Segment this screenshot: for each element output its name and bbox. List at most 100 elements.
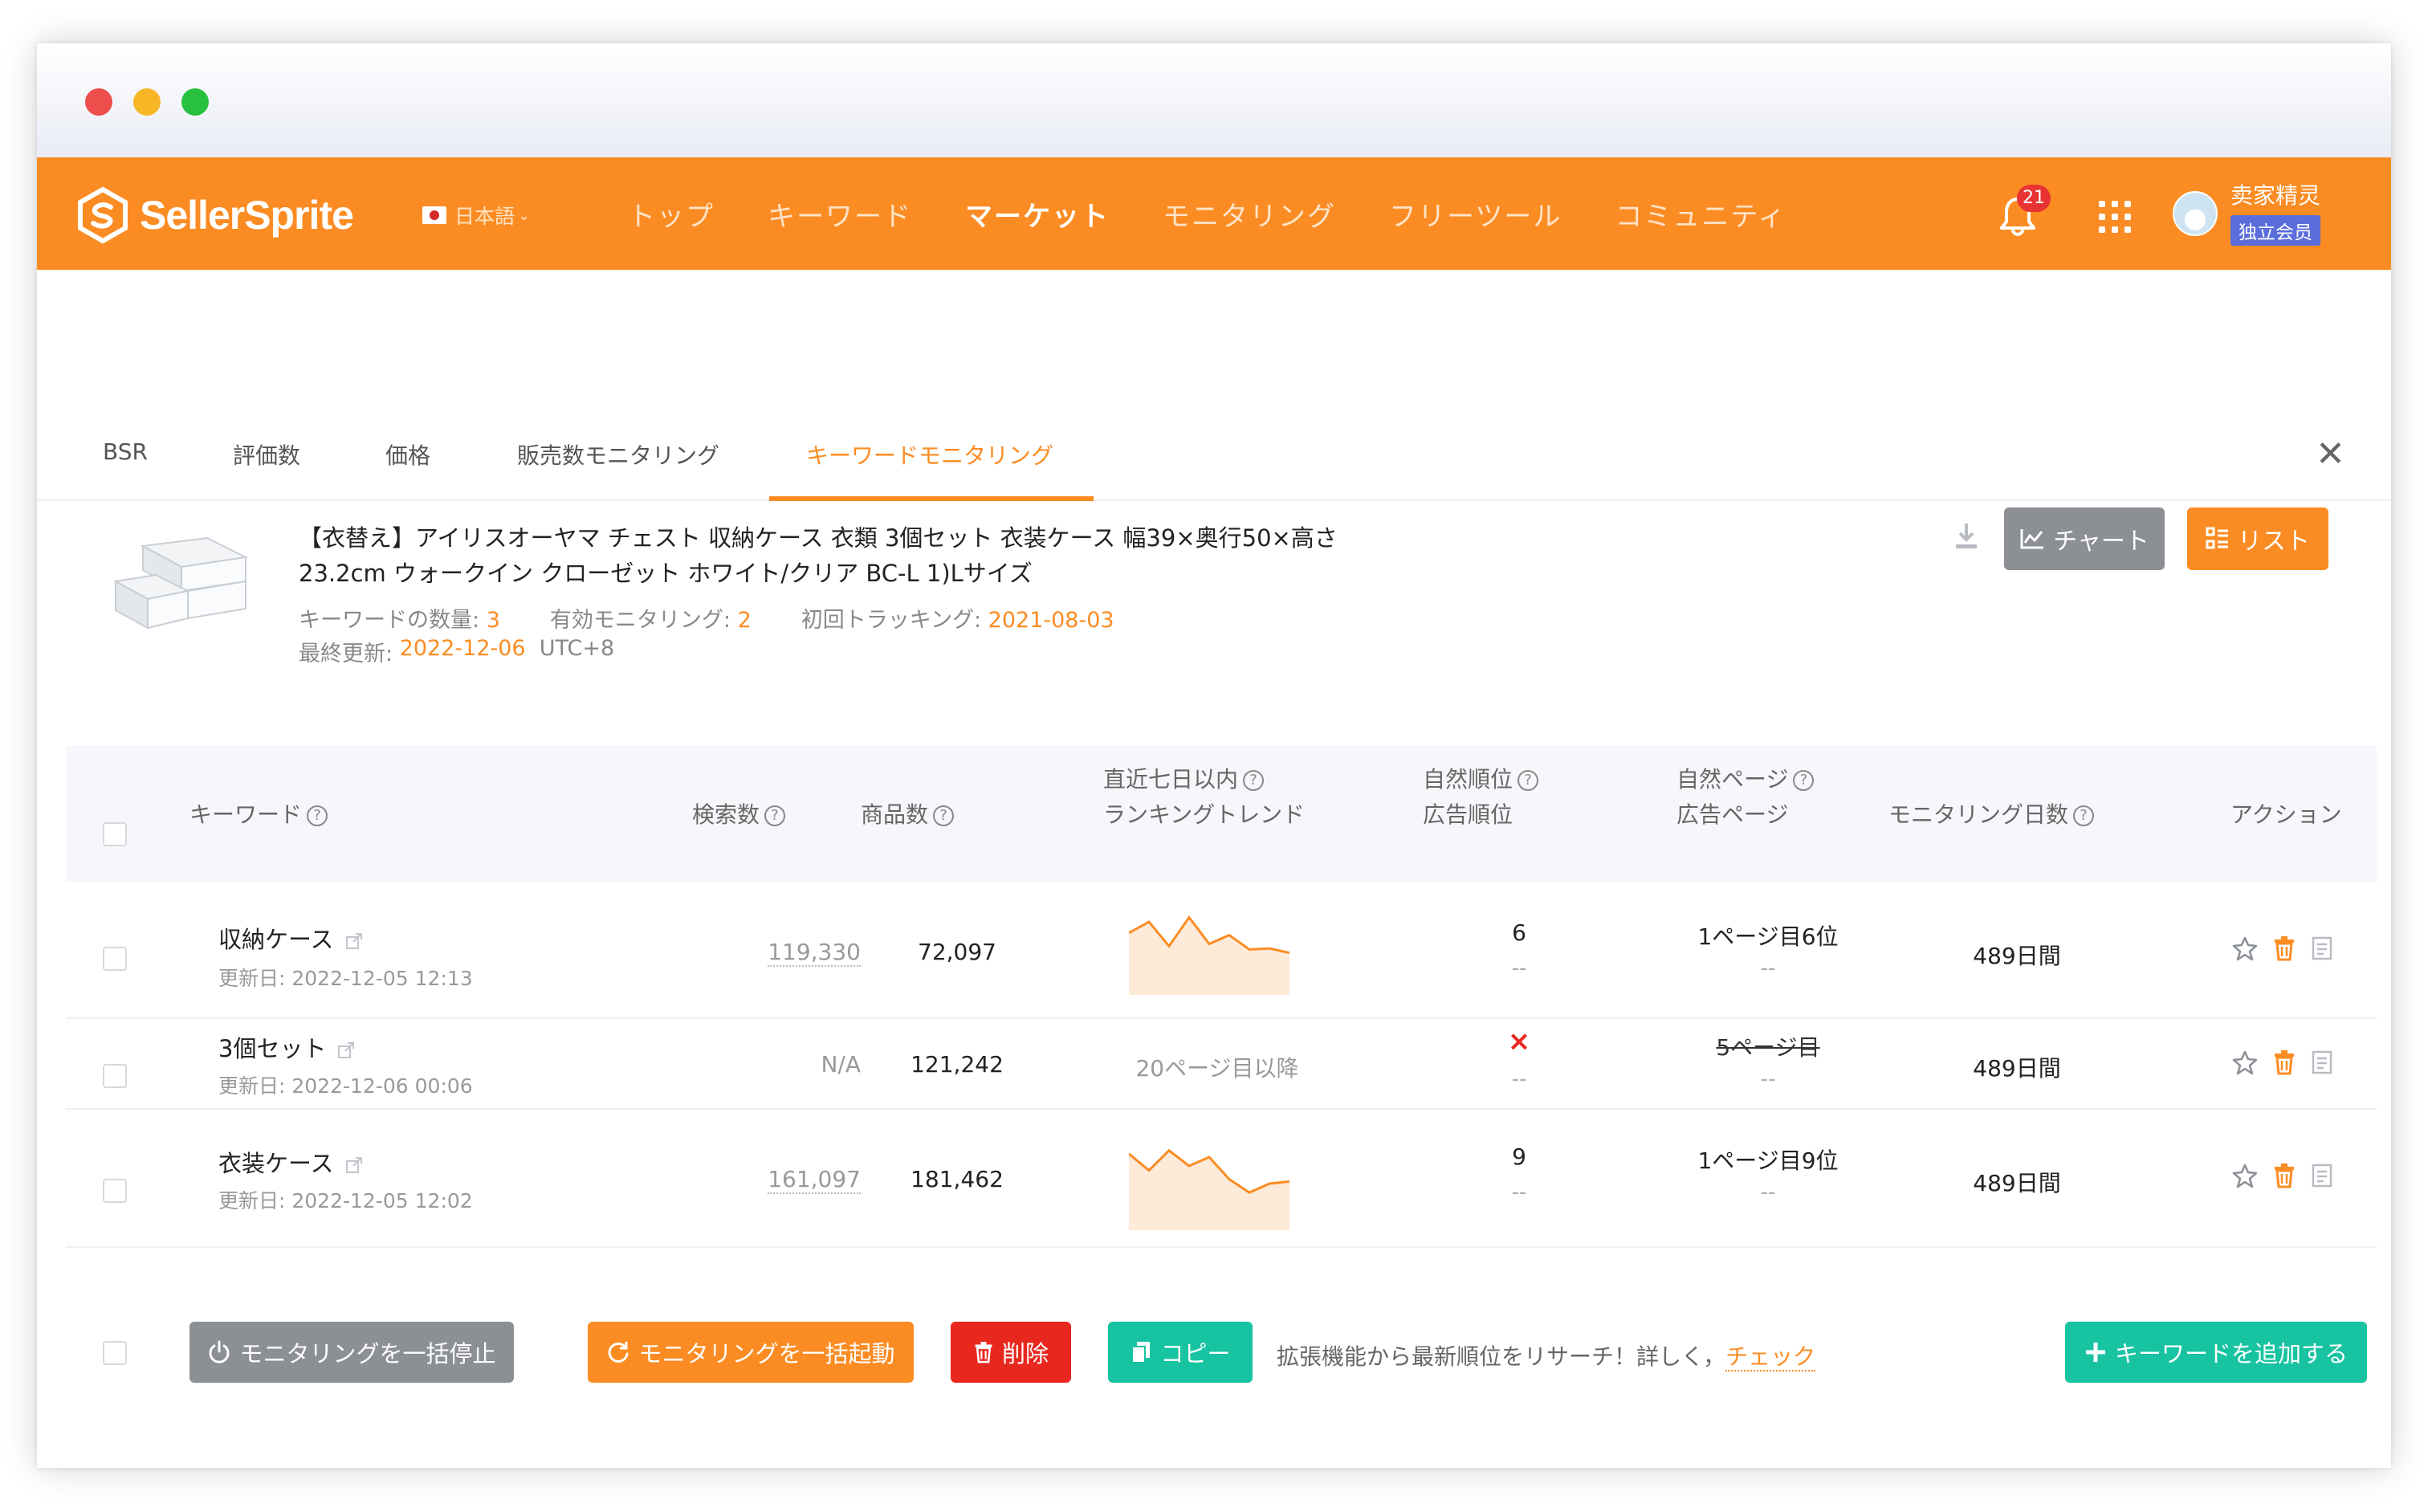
updated-date: 更新日: 2022-12-05 12:13 [218, 967, 473, 990]
note-icon[interactable] [2311, 1049, 2333, 1075]
star-icon[interactable] [2232, 1049, 2258, 1075]
help-icon[interactable]: ? [1793, 770, 1815, 791]
list-button[interactable]: リスト [2187, 507, 2328, 570]
user-name[interactable]: 卖家精灵 [2230, 178, 2320, 210]
search-volume-link[interactable]: 161,097 [768, 1166, 861, 1194]
column-header-action: アクション [2230, 801, 2342, 828]
active-tab-indicator [769, 496, 1094, 501]
footer-select-all-checkbox[interactable] [103, 1341, 127, 1365]
chart-button[interactable]: チャート [2004, 507, 2165, 570]
column-header-page[interactable]: 自然ページ? 広告ページ [1676, 762, 1815, 833]
tab-keyword-monitoring[interactable]: キーワードモニタリング [806, 438, 1053, 471]
help-icon[interactable]: ? [1518, 770, 1539, 791]
list-button-label: リスト [2238, 528, 2310, 556]
tab-price[interactable]: 価格 [385, 438, 430, 471]
ad-rank: -- [1511, 1067, 1527, 1091]
maximize-window-button[interactable] [181, 88, 209, 116]
tab-bsr[interactable]: BSR [103, 438, 148, 465]
note-icon[interactable] [2311, 1163, 2333, 1188]
column-header-search[interactable]: 検索数? [692, 797, 786, 833]
row-checkbox[interactable] [103, 1179, 127, 1203]
avatar[interactable] [2173, 191, 2218, 236]
start-all-monitoring-button[interactable]: モニタリングを一括起動 [588, 1322, 914, 1383]
plus-icon [2085, 1343, 2105, 1362]
note-icon[interactable] [2311, 935, 2333, 961]
column-header-days[interactable]: モニタリング日数? [1888, 797, 2095, 833]
trash-icon[interactable] [2272, 935, 2296, 961]
language-selector[interactable]: 日本語 ⌄ [422, 201, 530, 230]
monitoring-tabs: BSR 評価数 価格 販売数モニタリング キーワードモニタリング ✕ [37, 389, 2391, 501]
product-title[interactable]: 【衣替え】アイリスオーヤマ チェスト 収納ケース 衣類 3個セット 衣装ケース … [299, 520, 1423, 591]
search-volume-link[interactable]: 119,330 [768, 939, 861, 967]
keyword-text[interactable]: 衣装ケース [218, 1150, 334, 1177]
menu-item-top[interactable]: トップ [628, 194, 715, 234]
product-count: 181,462 [910, 1166, 1004, 1192]
select-all-checkbox[interactable] [103, 822, 127, 846]
ad-rank: -- [1511, 956, 1527, 980]
table-row: 収納ケース 更新日: 2022-12-05 12:13 119,330 72,0… [66, 882, 2377, 1019]
organic-page: 1ページ目6位 [1697, 923, 1839, 950]
trend-area [1129, 917, 1289, 995]
refresh-icon [609, 1342, 629, 1363]
tab-sales-monitoring[interactable]: 販売数モニタリング [517, 438, 719, 471]
line-chart-icon [2020, 529, 2044, 549]
row-checkbox[interactable] [103, 947, 127, 971]
column-header-trend: 直近七日以内? ランキングトレンド [1103, 766, 1306, 828]
chart-button-label: チャート [2053, 528, 2149, 556]
delete-button[interactable]: 削除 [951, 1322, 1071, 1383]
help-icon[interactable]: ? [307, 805, 328, 826]
check-link[interactable]: チェック [1725, 1343, 1816, 1371]
download-icon[interactable] [1951, 520, 1982, 552]
column-header-keyword: キーワード? [189, 797, 328, 833]
ad-rank: -- [1511, 1180, 1527, 1204]
trash-icon[interactable] [2272, 1049, 2296, 1075]
menu-item-market[interactable]: マーケット [965, 194, 1110, 234]
language-label: 日本語 [454, 205, 515, 228]
chevron-down-icon: ⌄ [518, 206, 531, 224]
copy-button[interactable]: コピー [1108, 1322, 1253, 1383]
help-icon[interactable]: ? [764, 805, 786, 826]
tab-reviews[interactable]: 評価数 [233, 438, 300, 471]
table-header: キーワード? 検索数? 商品数? 直近七日以内? ランキングトレンド 自然順位? 広… [66, 746, 2377, 882]
window-titlebar [37, 43, 2391, 157]
copy-icon [1131, 1342, 1151, 1363]
external-link-icon[interactable] [345, 932, 363, 950]
stop-all-monitoring-button[interactable]: モニタリングを一括停止 [189, 1322, 514, 1383]
monitoring-days: 489日間 [1973, 943, 2061, 969]
help-icon[interactable]: ? [933, 805, 955, 826]
star-icon[interactable] [2232, 935, 2258, 961]
updated-date: 更新日: 2022-12-05 12:02 [218, 1189, 473, 1212]
monitoring-days: 489日間 [1973, 1170, 2061, 1196]
add-keyword-button[interactable]: キーワードを追加する [2065, 1322, 2367, 1383]
trash-icon[interactable] [2272, 1163, 2296, 1188]
help-icon[interactable]: ? [1243, 770, 1265, 791]
logo-text: SellerSprite [140, 193, 354, 238]
logo-icon [78, 186, 128, 244]
close-icon[interactable]: ✕ [2316, 434, 2345, 475]
ad-page: -- [1760, 956, 1776, 980]
menu-item-free-tools[interactable]: フリーツール [1389, 194, 1562, 234]
sellersprite-logo[interactable]: SellerSprite [74, 186, 354, 244]
menu-item-monitoring[interactable]: モニタリング [1163, 194, 1336, 234]
minimize-window-button[interactable] [133, 88, 161, 116]
row-actions [2232, 1163, 2348, 1188]
member-badge: 独立会员 [2230, 215, 2320, 246]
row-checkbox[interactable] [103, 1064, 127, 1088]
external-link-icon[interactable] [345, 1156, 363, 1174]
star-icon[interactable] [2232, 1163, 2258, 1188]
active-monitoring-count: 2 [737, 608, 752, 633]
table-row: 3個セット 更新日: 2022-12-06 00:06 N/A 121,242 … [66, 1019, 2377, 1110]
keyword-text[interactable]: 3個セット [218, 1035, 326, 1062]
close-window-button[interactable] [85, 88, 112, 116]
column-header-organic-rank[interactable]: 自然順位? 広告順位 [1423, 762, 1539, 833]
keyword-text[interactable]: 収納ケース [218, 926, 334, 953]
apps-grid-icon[interactable] [2099, 201, 2131, 233]
menu-item-keyword[interactable]: キーワード [768, 194, 912, 234]
menu-item-community[interactable]: コミュニティ [1615, 194, 1786, 234]
help-icon[interactable]: ? [2073, 805, 2095, 826]
row-actions [2232, 935, 2348, 961]
column-header-products[interactable]: 商品数? [861, 797, 955, 833]
external-link-icon[interactable] [337, 1041, 355, 1059]
notification-badge: 21 [2017, 185, 2051, 212]
timezone: UTC+8 [539, 636, 615, 661]
